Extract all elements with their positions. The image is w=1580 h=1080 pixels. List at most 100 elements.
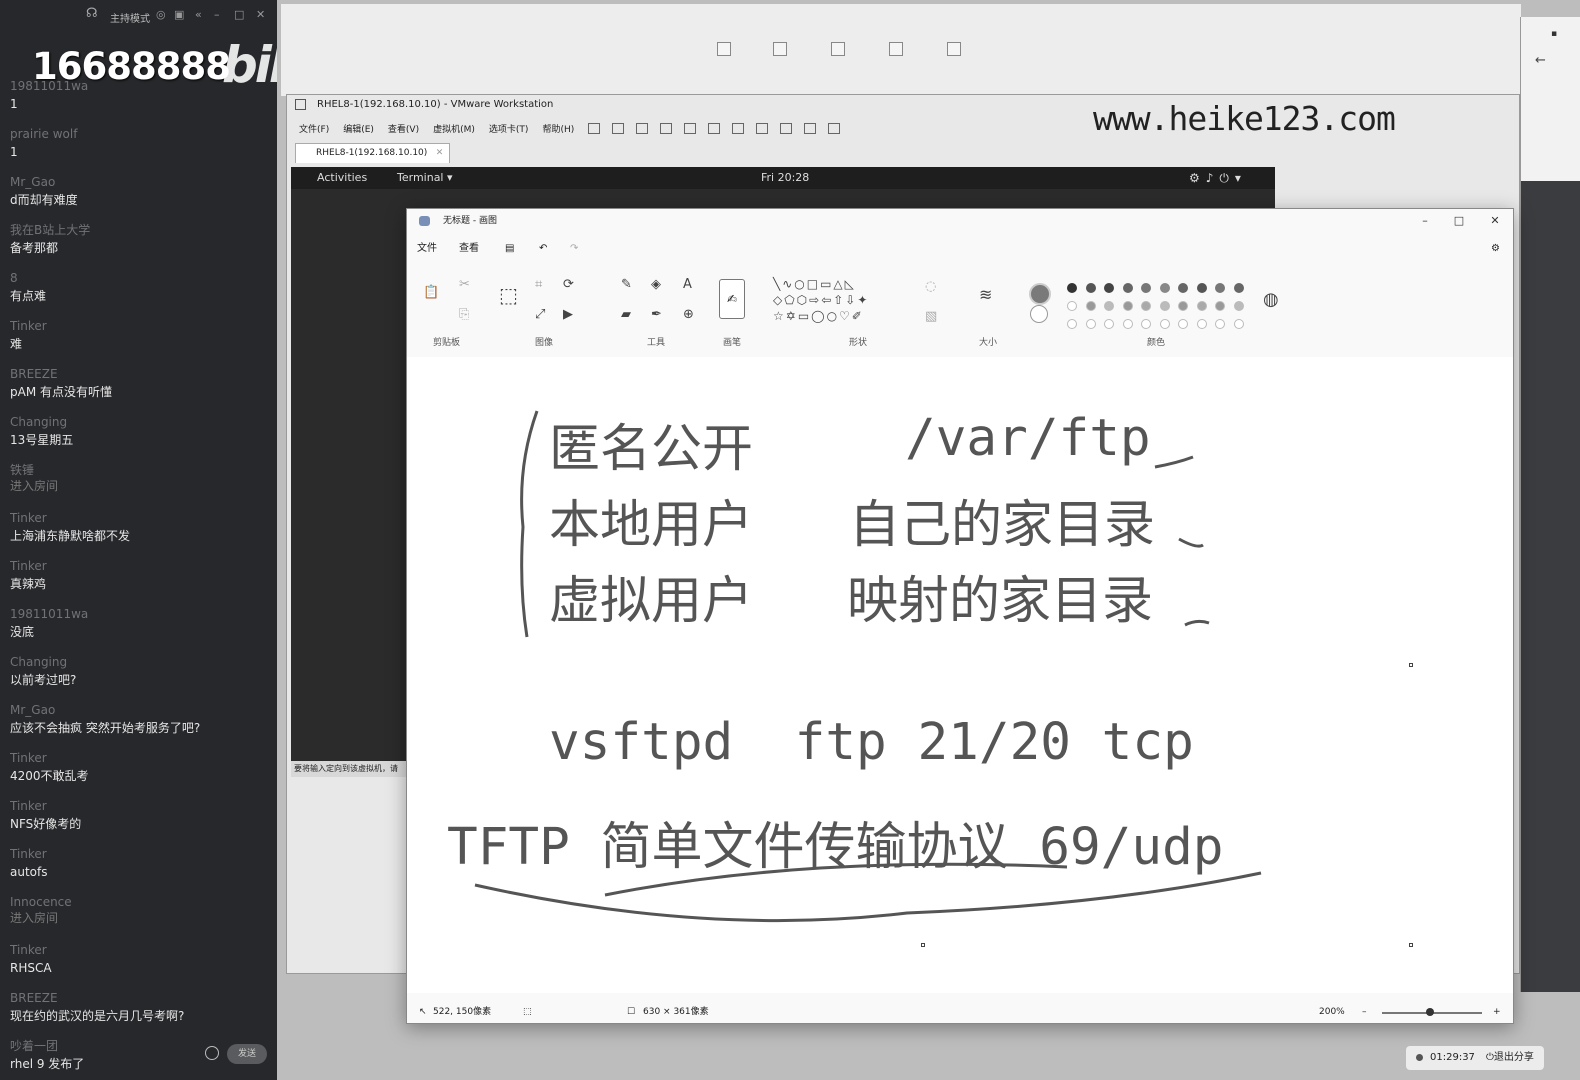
color-swatch[interactable] <box>1159 319 1170 329</box>
menu-tabs[interactable]: 选项卡(T) <box>489 122 529 135</box>
resize-handle-corner[interactable] <box>1409 943 1413 947</box>
color-swatch[interactable] <box>1215 283 1225 293</box>
color-swatch[interactable] <box>1085 301 1096 311</box>
color-swatch[interactable] <box>1196 319 1207 329</box>
color-swatch[interactable] <box>1215 301 1225 311</box>
send-button[interactable]: 发送 <box>227 1044 267 1064</box>
menu-edit[interactable]: 编辑(E) <box>343 122 374 135</box>
copy-icon[interactable]: ⎘ <box>459 307 469 322</box>
close-button[interactable]: ✕ <box>1485 211 1505 231</box>
color-swatch[interactable] <box>1196 301 1207 311</box>
collapse-icon[interactable]: « <box>195 8 202 21</box>
color-swatch[interactable] <box>1141 319 1151 329</box>
resize-handle-right[interactable] <box>1409 663 1413 667</box>
close-icon[interactable]: ✕ <box>256 8 265 21</box>
unity-icon[interactable] <box>780 122 793 134</box>
fullscreen-icon[interactable] <box>756 122 769 134</box>
color-swatch[interactable] <box>1067 319 1077 329</box>
paste-icon[interactable]: 📋 <box>423 285 439 300</box>
color-swatch[interactable] <box>1159 283 1170 293</box>
brush-icon[interactable]: ✍ <box>719 279 745 319</box>
color-picker-icon[interactable]: ✒ <box>651 307 662 322</box>
fill-style-icon[interactable]: ▧ <box>925 309 937 324</box>
color-swatch[interactable] <box>1141 301 1151 311</box>
back-arrow-icon[interactable]: ← <box>1521 53 1580 83</box>
color-swatch[interactable] <box>1141 283 1151 293</box>
gnome-clock[interactable]: Fri 20:28 <box>761 167 809 189</box>
resize-handle-bottom[interactable] <box>921 943 925 947</box>
color-1-swatch[interactable] <box>1029 283 1051 305</box>
zoom-out-button[interactable]: – <box>1362 1001 1367 1023</box>
menu-view[interactable]: 查看(V) <box>388 122 419 135</box>
zoom-slider-knob[interactable] <box>1426 1008 1434 1016</box>
color-swatch[interactable] <box>1122 319 1133 329</box>
emoji-icon[interactable] <box>205 1046 219 1060</box>
outline-icon[interactable]: ◌ <box>925 279 936 294</box>
pencil-icon[interactable]: ✎ <box>621 277 632 292</box>
shapes-row-1-icons[interactable]: ╲∿○□▭△◺ <box>773 277 856 291</box>
snapshot-icon[interactable] <box>636 122 649 134</box>
size-icon[interactable]: ≋ <box>979 285 992 304</box>
library-icon[interactable] <box>708 122 721 134</box>
color-swatch[interactable] <box>1122 301 1133 311</box>
color-swatch[interactable] <box>1215 319 1225 329</box>
maximize-icon[interactable]: □ <box>234 8 244 21</box>
cut-icon[interactable]: ✂ <box>459 277 470 292</box>
undo-icon[interactable]: ↶ <box>539 237 547 261</box>
console-view-icon[interactable] <box>732 122 745 134</box>
resize-icon[interactable]: ⤢ <box>535 307 545 322</box>
snapshot-manager-icon[interactable] <box>684 122 697 134</box>
host-mode-label[interactable]: 主持模式 <box>110 10 150 25</box>
flip-icon[interactable]: ▶ <box>563 307 573 322</box>
terminal-menu[interactable]: Terminal ▾ <box>397 167 453 189</box>
exit-share-button[interactable]: ⏻退出分享 <box>1486 1046 1534 1070</box>
color-2-swatch[interactable] <box>1030 305 1048 323</box>
popout-icon[interactable]: ▣ <box>174 8 184 21</box>
menu-file[interactable]: 文件 <box>417 237 437 261</box>
color-swatch[interactable] <box>1233 301 1244 311</box>
desktop-shortcut-2[interactable] <box>753 42 807 60</box>
select-icon[interactable]: ⬚ <box>499 283 518 307</box>
color-swatch[interactable] <box>1233 283 1244 293</box>
revert-snapshot-icon[interactable] <box>660 122 673 134</box>
color-swatch[interactable] <box>1104 301 1114 311</box>
pause-icon[interactable] <box>588 122 601 134</box>
system-tray-icons[interactable]: ⚙♪⏻▾ <box>1189 167 1247 189</box>
color-swatch[interactable] <box>1104 283 1114 293</box>
color-swatch[interactable] <box>1196 283 1207 293</box>
minimize-icon[interactable]: – <box>214 8 220 21</box>
minimize-button[interactable]: – <box>1415 211 1435 231</box>
crop-icon[interactable]: ⌗ <box>535 277 542 292</box>
send-keys-icon[interactable] <box>612 122 625 134</box>
color-swatch[interactable] <box>1178 283 1188 293</box>
redo-icon[interactable]: ↷ <box>570 237 578 261</box>
color-swatch[interactable] <box>1178 301 1188 311</box>
color-swatch[interactable] <box>1233 319 1244 329</box>
eraser-icon[interactable]: ▰ <box>621 307 631 322</box>
shapes-row-3-icons[interactable]: ☆✡▭◯○♡✐ <box>773 309 864 323</box>
desktop-shortcut-5[interactable] <box>927 42 981 60</box>
edit-colors-icon[interactable]: ◍ <box>1263 289 1279 310</box>
color-swatch[interactable] <box>1085 319 1096 329</box>
rotate-icon[interactable]: ⟳ <box>563 277 574 292</box>
terminal-view-icon[interactable] <box>804 122 817 134</box>
text-tool-icon[interactable]: A <box>683 277 692 292</box>
menu-view[interactable]: 查看 <box>459 237 479 261</box>
settings-icon[interactable]: ◎ <box>156 8 166 21</box>
color-swatch[interactable] <box>1085 283 1096 293</box>
menu-help[interactable]: 帮助(H) <box>542 122 574 135</box>
stretch-icon[interactable] <box>828 122 841 134</box>
tab-rhel8[interactable]: RHEL8-1(192.168.10.10) ✕ <box>295 143 451 163</box>
browser-tab-fragment[interactable]: ▪ <box>1521 17 1580 53</box>
menu-file[interactable]: 文件(F) <box>299 122 329 135</box>
desktop-shortcut-3[interactable] <box>811 42 865 60</box>
zoom-in-button[interactable]: + <box>1493 1001 1501 1023</box>
color-swatch[interactable] <box>1178 319 1188 329</box>
paint-canvas[interactable]: 匿名公开 /var/ftp 本地用户 自己的家目录 虚拟用户 映射的家目录 vs… <box>407 357 1513 993</box>
color-swatch[interactable] <box>1122 283 1133 293</box>
color-swatch[interactable] <box>1159 301 1170 311</box>
maximize-button[interactable]: □ <box>1449 211 1469 231</box>
desktop-shortcut-1[interactable] <box>697 42 751 60</box>
shapes-row-2-icons[interactable]: ◇⬠⬡⇨⇦⇧⇩✦ <box>773 293 869 307</box>
settings-icon[interactable]: ⚙ <box>1491 237 1500 261</box>
